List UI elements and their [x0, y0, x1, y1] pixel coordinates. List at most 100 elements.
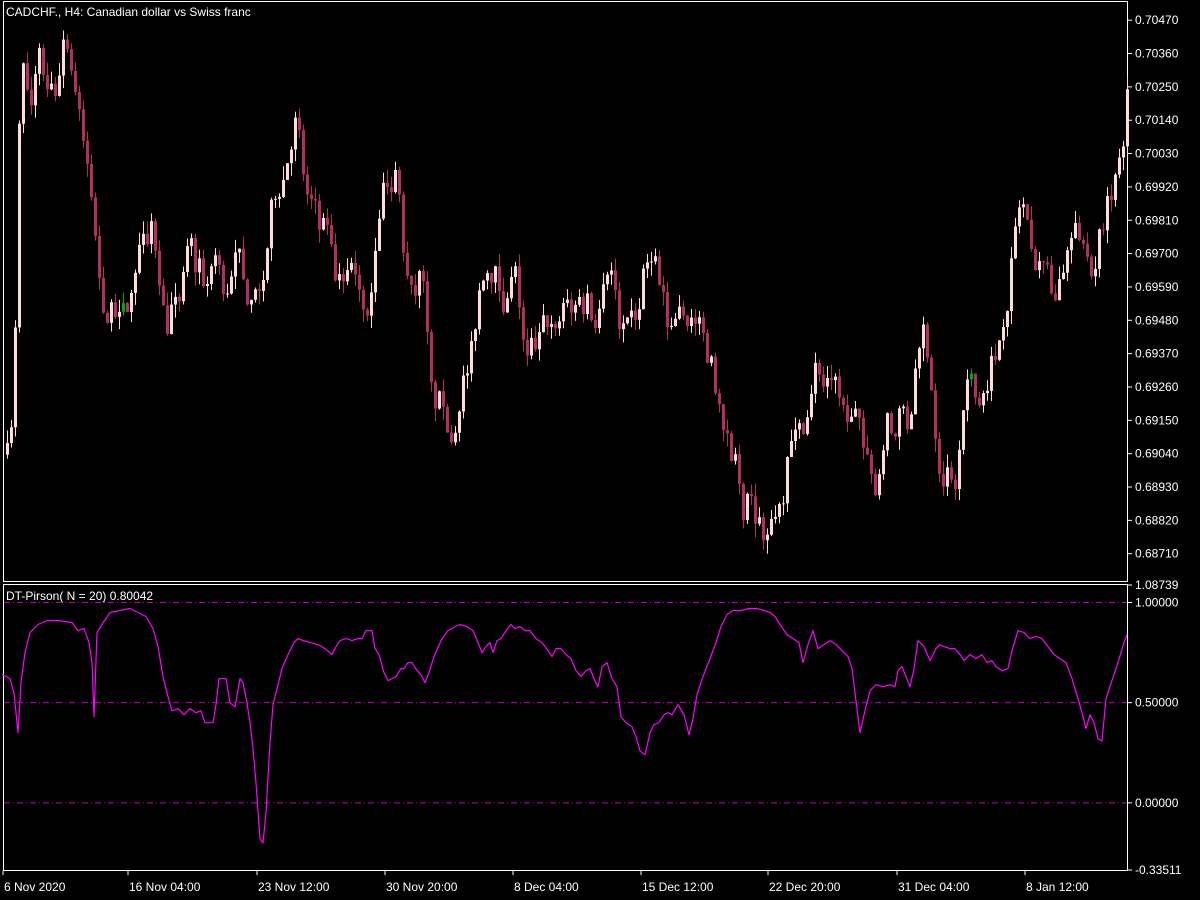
chart-canvas: 0.70470 0.70360 0.70250 0.70140 0.70030 0.699… — [1, 1, 1182, 894]
candle-body — [226, 293, 229, 295]
candle-body — [650, 261, 653, 263]
candle-body — [242, 248, 245, 280]
candle-body — [846, 405, 849, 422]
candle-body — [1018, 207, 1021, 227]
candle-body — [582, 296, 585, 315]
candle-body — [1038, 261, 1041, 271]
time-tick-label: 16 Nov 04:00 — [129, 880, 201, 894]
candle-body — [54, 83, 57, 96]
candle-body — [738, 454, 741, 484]
main-chart-frame — [3, 1, 1128, 582]
time-tick-label: 15 Dec 12:00 — [642, 880, 714, 894]
candle-body — [314, 199, 317, 201]
candle-body — [182, 271, 185, 302]
candle-body — [82, 109, 85, 141]
candle-body — [474, 329, 477, 342]
price-tick-label: 0.68820 — [1135, 513, 1179, 527]
candle-body — [402, 194, 405, 253]
candle-body — [1046, 262, 1049, 265]
candle-body — [78, 92, 81, 110]
candle-body — [150, 221, 153, 244]
candle-body — [482, 280, 485, 291]
candle-body — [502, 291, 505, 313]
candle-body — [334, 244, 337, 281]
candle-body — [710, 356, 713, 363]
candle-body — [74, 70, 77, 93]
candle-body — [758, 517, 761, 524]
candle-body — [746, 493, 749, 521]
candle-body — [902, 406, 905, 409]
candle-body — [350, 262, 353, 271]
candle-body — [818, 362, 821, 375]
candle-body — [894, 433, 897, 437]
price-tick-label: 0.69810 — [1135, 213, 1179, 227]
candle-body — [494, 266, 497, 283]
candle-body — [58, 75, 61, 96]
candle-body — [298, 117, 301, 131]
candle-body — [190, 238, 193, 247]
price-tick-label: 0.69920 — [1135, 180, 1179, 194]
candle-body — [1030, 219, 1033, 250]
candle-body — [694, 317, 697, 324]
candle-body — [118, 311, 121, 317]
candle-body — [326, 217, 329, 225]
candle-body — [318, 200, 321, 230]
candle-body — [154, 221, 157, 251]
candle-body — [546, 315, 549, 328]
candle-body — [1034, 249, 1037, 271]
candle-body — [954, 479, 957, 490]
candle-body — [94, 197, 97, 237]
candle-body — [198, 258, 201, 273]
candle-body — [886, 413, 889, 451]
candle-body — [654, 256, 657, 262]
candle-body — [926, 324, 929, 358]
candle-body — [62, 39, 65, 76]
candle-body — [466, 373, 469, 376]
price-tick-label: 0.70140 — [1135, 113, 1179, 127]
candle-body — [70, 49, 73, 71]
candle-body — [958, 449, 961, 490]
candle-body — [1014, 226, 1017, 259]
candle-body — [366, 309, 369, 316]
candle-body — [866, 447, 869, 455]
candle-body — [266, 248, 269, 280]
candle-body — [206, 283, 209, 287]
candle-body — [634, 310, 637, 320]
candle-body — [282, 179, 285, 197]
candle-body — [878, 474, 881, 496]
candle-body — [982, 393, 985, 406]
candle-body — [534, 337, 537, 350]
price-tick-label: 0.70470 — [1135, 13, 1179, 27]
candle-body — [718, 393, 721, 405]
candle-body — [834, 376, 837, 381]
candle-body — [1086, 243, 1089, 257]
candle-body — [258, 289, 261, 291]
candle-body — [250, 299, 253, 305]
candle-body — [274, 198, 277, 200]
candle-body — [754, 496, 757, 524]
candle-body — [550, 323, 553, 328]
candle-body — [646, 262, 649, 269]
candle-body — [358, 274, 361, 290]
candle-body — [838, 376, 841, 398]
candle-body — [122, 303, 125, 312]
candle-body — [630, 310, 633, 318]
candle-body — [110, 302, 113, 323]
indicator-series — [1, 607, 1128, 844]
candle-body — [974, 373, 977, 398]
candle-body — [662, 285, 665, 293]
candle-body — [906, 406, 909, 430]
candle-body — [30, 89, 33, 106]
candle-body — [114, 302, 117, 317]
price-axis: 0.70470 0.70360 0.70250 0.70140 0.70030 0.699… — [1128, 13, 1179, 561]
candle-body — [414, 284, 417, 296]
candle-body — [262, 279, 265, 291]
candle-body — [490, 273, 493, 283]
candle-body — [658, 256, 661, 286]
candle-body — [930, 357, 933, 391]
candle-body — [806, 417, 809, 434]
candle-body — [1106, 196, 1109, 231]
candle-body — [1114, 174, 1117, 200]
candle-body — [562, 303, 565, 322]
candle-body — [302, 130, 305, 175]
